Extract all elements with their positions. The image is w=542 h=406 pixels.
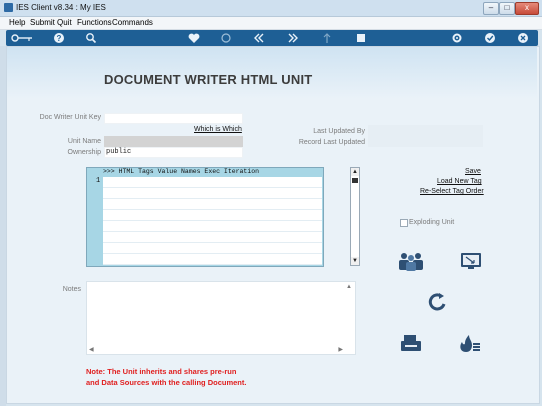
screen-icon[interactable] [460,252,482,272]
menu-bar: Help Submit Quit Functions Commands [0,17,542,30]
minimize-button[interactable]: – [483,2,499,15]
grid-row[interactable] [103,199,322,210]
load-new-tag-link[interactable]: Load New Tag [437,178,482,185]
reselect-tag-order-link[interactable]: Re-Select Tag Order [420,188,484,195]
grid-row[interactable] [103,188,322,199]
notes-scroll-up-icon[interactable]: ▲ [346,284,352,290]
ownership-field[interactable]: public [104,147,243,158]
grid-row[interactable] [103,221,322,232]
settings-icon[interactable] [449,31,465,45]
maximize-button[interactable]: □ [499,2,515,15]
stop-icon[interactable] [353,31,369,45]
key-icon[interactable] [10,31,34,45]
unit-key-label: Doc Writer Unit Key [39,114,101,121]
printer-icon[interactable] [400,334,422,354]
grid-row-number: 1 [96,177,101,185]
record-last-updated-field [368,136,483,147]
grid-row[interactable] [103,210,322,221]
help-icon[interactable]: ? [51,31,67,45]
app-icon [4,3,13,12]
scroll-up-icon[interactable]: ▲ [351,168,359,176]
refresh-icon[interactable] [218,31,234,45]
grid-row[interactable] [103,243,322,254]
notes-scroll-left-icon[interactable]: ◀ [89,346,94,353]
scroll-thumb[interactable] [352,178,358,183]
forward-double-icon[interactable] [285,31,301,45]
unit-name-label: Unit Name [67,138,101,145]
last-updated-by-label: Last Updated By [313,128,365,135]
inherit-note-line2: and Data Sources with the calling Docume… [86,378,247,387]
notes-scroll-right-icon[interactable]: ▶ [338,346,343,353]
grid-header: >>> HTML Tags Value Names Exec Iteration [103,168,322,177]
fire-list-icon[interactable] [458,332,482,356]
menu-commands[interactable]: Commands [112,18,153,27]
refresh-large-icon[interactable] [427,292,447,314]
grid-body [103,177,322,265]
unit-name-field[interactable] [104,136,243,147]
grid-scrollbar[interactable]: ▲ ▼ [350,167,360,266]
upload-icon[interactable] [319,31,335,45]
app-window: IES Client v8.34 : My IES – □ x Help Sub… [0,0,542,406]
check-icon[interactable] [482,31,498,45]
unit-key-field[interactable] [104,113,243,124]
menu-help[interactable]: Help [9,18,25,27]
save-link[interactable]: Save [465,168,481,175]
grid-row[interactable] [103,254,322,265]
ownership-label: Ownership [67,149,101,156]
which-is-which-link[interactable]: Which is Which [194,126,242,133]
close-button[interactable]: x [515,2,539,15]
grid-row[interactable] [103,232,322,243]
svg-text:?: ? [57,34,62,43]
window-title: IES Client v8.34 : My IES [16,3,106,12]
exploding-unit-checkbox[interactable] [400,219,408,227]
inherit-note-line1: Note: The Unit inherits and shares pre-r… [86,367,237,376]
record-last-updated-label: Record Last Updated [298,139,365,146]
users-icon[interactable] [398,251,424,273]
last-updated-by-field [368,125,483,136]
menu-submit[interactable]: Submit [30,18,55,27]
menu-quit[interactable]: Quit [57,18,72,27]
scroll-down-icon[interactable]: ▼ [351,257,359,265]
heart-icon[interactable] [186,31,202,45]
notes-label: Notes [62,286,81,293]
ownership-value: public [106,148,132,156]
close-icon[interactable] [515,31,531,45]
menu-functions[interactable]: Functions [77,18,112,27]
back-double-icon[interactable] [251,31,267,45]
title-bar: IES Client v8.34 : My IES – □ x [0,0,542,17]
notes-textarea[interactable]: ▲ ◀ ▶ [86,281,356,355]
exploding-unit-label: Exploding Unit [409,219,455,226]
html-tags-grid: >>> HTML Tags Value Names Exec Iteration [86,167,324,267]
page-title: DOCUMENT WRITER HTML UNIT [104,72,313,87]
toolbar: ? [6,30,538,46]
search-icon[interactable] [83,31,99,45]
grid-row[interactable] [103,177,322,188]
